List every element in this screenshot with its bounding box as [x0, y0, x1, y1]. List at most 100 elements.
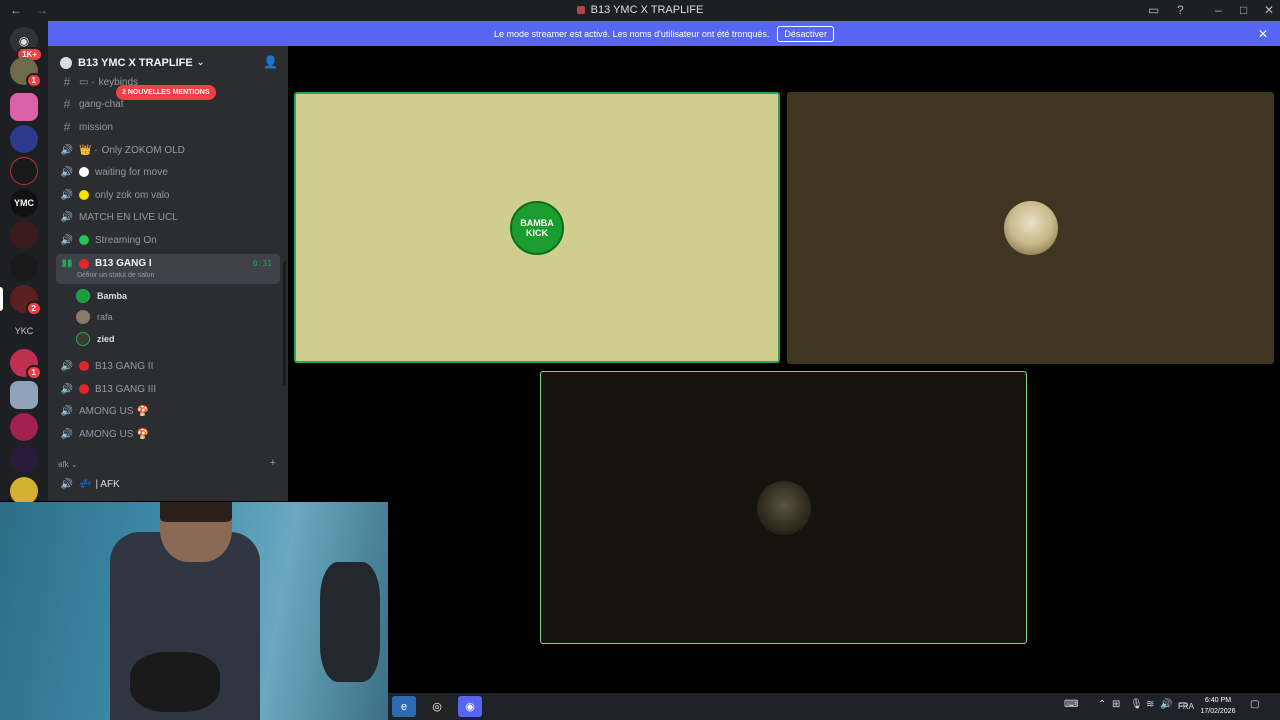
voice-active-icon: ▮▮: [61, 258, 73, 269]
title-bar: ← → B13 YMC X TRAPLIFE ▭ ? – □ ✕: [0, 0, 1280, 21]
system-clock[interactable]: 6:40 PM 17/02/2026: [1196, 695, 1240, 717]
rafa-tile[interactable]: [787, 92, 1274, 364]
speaker-icon: 🔊: [60, 211, 74, 223]
sleep-icon: 💤: [79, 478, 92, 490]
channel-only-zok-om-valo[interactable]: 🔊 only zok om valo: [56, 185, 280, 205]
channel-label: B13 GANG II: [95, 360, 154, 372]
channel-b13-gang-iii[interactable]: 🔊 B13 GANG III: [56, 379, 280, 399]
speaker-icon: 🔊: [60, 383, 74, 395]
server-avatar-8[interactable]: [10, 381, 38, 409]
inbox-icon[interactable]: ▭: [1148, 3, 1159, 17]
chevron-up-icon[interactable]: ⌃: [1098, 699, 1106, 710]
server-badge-3: 1: [25, 365, 42, 380]
tray-lang[interactable]: FRA: [1178, 702, 1194, 711]
channel-mission[interactable]: # mission: [56, 117, 280, 137]
red-circle-icon: [79, 384, 89, 394]
channel-label: B13 GANG I: [95, 258, 152, 269]
speaker-icon: 🔊: [60, 144, 74, 156]
server-avatar-2[interactable]: [10, 93, 38, 121]
wifi-icon[interactable]: ≋: [1146, 699, 1154, 710]
channel-label: mission: [79, 121, 113, 133]
server-avatar-10[interactable]: [10, 445, 38, 473]
bamba-tile[interactable]: BAMBA KICK: [294, 92, 780, 363]
webcam-microphone: [130, 652, 220, 712]
speaker-icon: 🔊: [60, 234, 74, 246]
close-banner-icon[interactable]: ✕: [1258, 27, 1268, 41]
category-afk[interactable]: afk ⌄: [58, 460, 78, 469]
minimize-icon[interactable]: –: [1215, 3, 1222, 17]
channel-match-en-live-ucl[interactable]: 🔊 MATCH EN LIVE UCL: [56, 207, 280, 227]
channel-label: Only ZOKOM OLD: [101, 144, 185, 156]
yellow-circle-icon: [79, 190, 89, 200]
channel-label: B13 GANG III: [95, 383, 157, 395]
server-avatar-ykc[interactable]: YKC: [10, 317, 38, 345]
voice-user-rafa[interactable]: rafa: [76, 308, 113, 326]
webcam-background-object: [320, 562, 380, 682]
server-name: B13 YMC X TRAPLIFE: [78, 56, 193, 69]
voice-user-name: rafa: [97, 312, 113, 322]
server-avatar-1[interactable]: 1: [10, 57, 42, 88]
server-avatar-6[interactable]: [10, 253, 38, 281]
hash-icon: #: [63, 120, 71, 134]
banner-text: Le mode streamer est activé. Les noms d'…: [494, 28, 770, 39]
server-avatar-active[interactable]: 2: [10, 285, 42, 316]
webcam-person-hair: [160, 502, 232, 522]
voice-user-bamba[interactable]: Bamba: [76, 287, 127, 305]
channel-waiting-for-move[interactable]: 🔊 waiting for move: [56, 162, 280, 182]
notifications-icon[interactable]: ▢: [1250, 699, 1259, 710]
server-avatar-3[interactable]: [10, 125, 38, 153]
server-avatar-7[interactable]: 1: [10, 349, 42, 380]
server-avatar-ymc[interactable]: YMC: [10, 189, 38, 217]
microphone-icon[interactable]: 🎙: [1130, 699, 1143, 710]
voice-timer: 0:31: [252, 259, 272, 268]
server-header-icon: [60, 56, 72, 69]
hash-icon: #: [63, 97, 71, 111]
window-title: B13 YMC X TRAPLIFE: [590, 4, 704, 16]
window-title-wrap: B13 YMC X TRAPLIFE: [0, 4, 1280, 16]
channel-label: Streaming On: [95, 234, 157, 246]
discord-home-icon[interactable]: ◉ 1K+: [10, 27, 43, 62]
channel-b13-gang-i[interactable]: ▮▮ B13 GANG I 0:31 Définir un statut de …: [56, 254, 280, 284]
server-avatar-4[interactable]: [10, 157, 38, 185]
avatar: [76, 332, 90, 346]
network-icon[interactable]: ⊞: [1112, 699, 1120, 710]
zied-tile[interactable]: [540, 371, 1027, 644]
edge-icon[interactable]: e: [392, 696, 416, 717]
server-rail: ◉ 1K+ 1 YMC 2 YKC 1: [0, 21, 48, 505]
add-channel-icon[interactable]: +: [270, 457, 276, 469]
channel-only-zokom-old[interactable]: 🔊 👑 · Only ZOKOM OLD: [56, 140, 280, 160]
keyboard-icon[interactable]: ⌨: [1064, 699, 1078, 710]
speaker-icon: 🔊: [60, 166, 74, 178]
add-member-icon[interactable]: 👤: [263, 55, 278, 69]
streamer-mode-banner: Le mode streamer est activé. Les noms d'…: [48, 21, 1280, 46]
channel-among-us-1[interactable]: 🔊 AMONG US 🍄: [56, 401, 280, 421]
speaker-icon: 🔊: [60, 189, 74, 201]
sidebar-scrollbar[interactable]: [283, 261, 286, 385]
crown-icon: 👑 ·: [79, 144, 98, 156]
channel-among-us-2[interactable]: 🔊 AMONG US 🍄: [56, 424, 280, 444]
server-avatar-11[interactable]: [10, 477, 38, 505]
volume-icon[interactable]: 🔊: [1160, 699, 1172, 710]
channel-streaming-on[interactable]: 🔊 Streaming On: [56, 230, 280, 250]
voice-user-zied[interactable]: zied: [76, 330, 115, 348]
mushroom-icon: 🍄: [136, 428, 149, 440]
disable-streamer-button[interactable]: Désactiver: [777, 25, 834, 42]
channel-afk[interactable]: 🔊 💤 | AFK: [56, 474, 280, 494]
channel-gang-chat[interactable]: # gang-chat: [56, 94, 280, 114]
help-icon[interactable]: ?: [1177, 3, 1184, 17]
channel-status-hint[interactable]: Définir un statut de salon: [77, 272, 154, 279]
white-circle-icon: [79, 167, 89, 177]
channel-label: only zok om valo: [95, 189, 170, 201]
server-avatar-5[interactable]: [10, 221, 38, 249]
discord-taskbar-icon[interactable]: ◉: [458, 696, 482, 717]
server-icon: [576, 6, 585, 14]
close-window-icon[interactable]: ✕: [1264, 3, 1274, 17]
maximize-icon[interactable]: □: [1240, 3, 1247, 17]
server-avatar-9[interactable]: [10, 413, 38, 441]
obs-icon[interactable]: ◎: [425, 696, 449, 717]
voice-user-name: zied: [97, 334, 115, 344]
channel-b13-gang-ii[interactable]: 🔊 B13 GANG II: [56, 356, 280, 376]
server-badge-2: 2: [25, 301, 42, 316]
speaker-icon: 🔊: [60, 405, 74, 417]
clock-date: 17/02/2026: [1200, 708, 1236, 715]
